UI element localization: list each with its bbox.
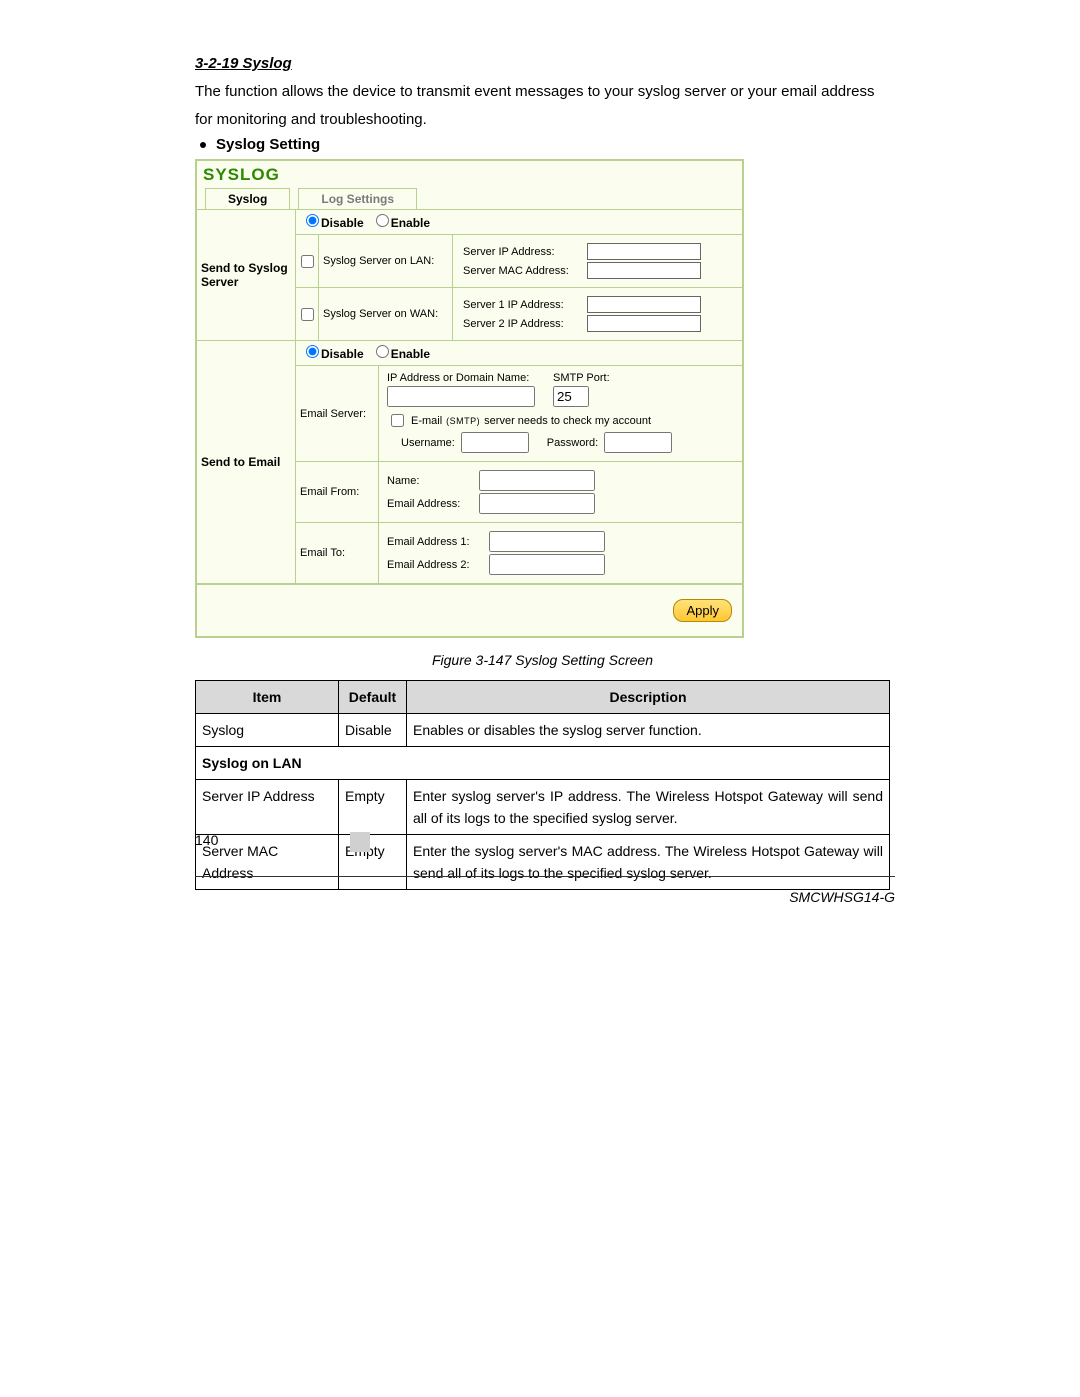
lan-label: Syslog Server on LAN: [319,235,453,287]
username-label: Username: [401,437,455,449]
cfg-send-email: Send to Email Disable Enable Email Serve… [197,341,742,584]
smtp-port-label: SMTP Port: [553,372,610,384]
th-description: Description [407,681,890,714]
apply-button[interactable]: Apply [673,599,732,622]
cell-desc: Enables or disables the syslog server fu… [407,714,890,747]
figure-caption: Figure 3-147 Syslog Setting Screen [195,652,890,668]
smtp-port-input[interactable] [553,386,589,407]
disable-label: Disable [321,216,364,230]
table-subheader-row: Syslog on LAN [196,747,890,780]
wan-ip2-input[interactable] [587,315,701,332]
email-enable-option[interactable]: Enable [372,345,430,361]
cfg-email-label: Send to Email [197,341,296,584]
smtp-auth-label-post: server needs to check my account [484,415,651,427]
wan-ip2-label: Server 2 IP Address: [463,318,581,330]
footer-rule [195,876,895,877]
model-label: SMCWHSG14-G [195,889,895,905]
email-from-label: Email From: [296,462,379,522]
page-number: 140 [195,832,218,848]
cell-default: Empty [339,780,407,835]
email-disable-option[interactable]: Disable [302,345,364,361]
cell-item: Server IP Address [196,780,339,835]
smtp-auth-label-pre: E-mail [411,415,442,427]
email-from-row: Email From: Name: Email Address: [296,462,742,523]
intro-text: The function allows the device to transm… [195,78,890,134]
section-title: 3-2-19 Syslog [195,55,890,72]
email-server-row: Email Server: IP Address or Domain Name:… [296,366,742,462]
cfg-syslog-label: Send to Syslog Server [197,210,296,341]
email-enable-row: Disable Enable [296,341,742,366]
cell-default: Disable [339,714,407,747]
table-row: Server IP Address Empty Enter syslog ser… [196,780,890,835]
bullet-row: Syslog Setting [195,136,890,153]
syslog-disable-option[interactable]: Disable [302,214,364,230]
cfg-syslog-server: Send to Syslog Server Disable Enable Sys… [197,210,742,341]
ipdomain-input[interactable] [387,386,535,407]
footer-marker [350,832,370,852]
password-input[interactable] [604,432,672,453]
password-label: Password: [547,437,598,449]
ipdomain-label: IP Address or Domain Name: [387,372,535,384]
wan-row: Syslog Server on WAN: Server 1 IP Addres… [296,288,742,340]
lan-mac-label: Server MAC Address: [463,265,581,277]
cell-subheader: Syslog on LAN [196,747,890,780]
email-to-label: Email To: [296,523,379,583]
from-addr-input[interactable] [479,493,595,514]
to-addr2-label: Email Address 2: [387,559,483,571]
syslog-enable-radio[interactable] [376,214,389,227]
bullet-label: Syslog Setting [216,136,320,153]
email-disable-radio[interactable] [306,345,319,358]
syslog-panel: SYSLOG Syslog Log Settings Send to Syslo… [195,159,744,638]
to-addr1-input[interactable] [489,531,605,552]
tab-row: Syslog Log Settings [197,187,742,210]
email-server-label: Email Server: [296,366,379,461]
apply-bar: Apply [197,584,742,636]
panel-title: SYSLOG [197,161,742,187]
email-enable-radio[interactable] [376,345,389,358]
to-addr2-input[interactable] [489,554,605,575]
lan-ip-label: Server IP Address: [463,246,581,258]
enable-label: Enable [391,216,430,230]
table-row: Syslog Disable Enables or disables the s… [196,714,890,747]
lan-ip-input[interactable] [587,243,701,260]
wan-label: Syslog Server on WAN: [319,288,453,340]
cell-desc: Enter syslog server's IP address. The Wi… [407,780,890,835]
smtp-auth-label-smtp: (SMTP) [446,416,480,426]
th-item: Item [196,681,339,714]
to-addr1-label: Email Address 1: [387,536,483,548]
th-default: Default [339,681,407,714]
enable-label2: Enable [391,347,430,361]
page-footer: 140 SMCWHSG14-G [195,832,895,905]
tab-syslog[interactable]: Syslog [205,188,290,209]
lan-checkbox[interactable] [301,255,314,268]
tab-log-settings[interactable]: Log Settings [298,188,417,209]
wan-checkbox[interactable] [301,308,314,321]
username-input[interactable] [461,432,529,453]
syslog-enable-row: Disable Enable [296,210,742,235]
wan-ip1-input[interactable] [587,296,701,313]
email-to-row: Email To: Email Address 1: Email Address… [296,523,742,583]
wan-ip1-label: Server 1 IP Address: [463,299,581,311]
cell-item: Syslog [196,714,339,747]
syslog-enable-option[interactable]: Enable [372,214,430,230]
syslog-disable-radio[interactable] [306,214,319,227]
from-name-input[interactable] [479,470,595,491]
from-name-label: Name: [387,475,473,487]
from-addr-label: Email Address: [387,498,473,510]
lan-mac-input[interactable] [587,262,701,279]
bullet-icon [200,142,206,148]
lan-row: Syslog Server on LAN: Server IP Address:… [296,235,742,288]
disable-label2: Disable [321,347,364,361]
smtp-auth-checkbox[interactable] [391,414,404,427]
